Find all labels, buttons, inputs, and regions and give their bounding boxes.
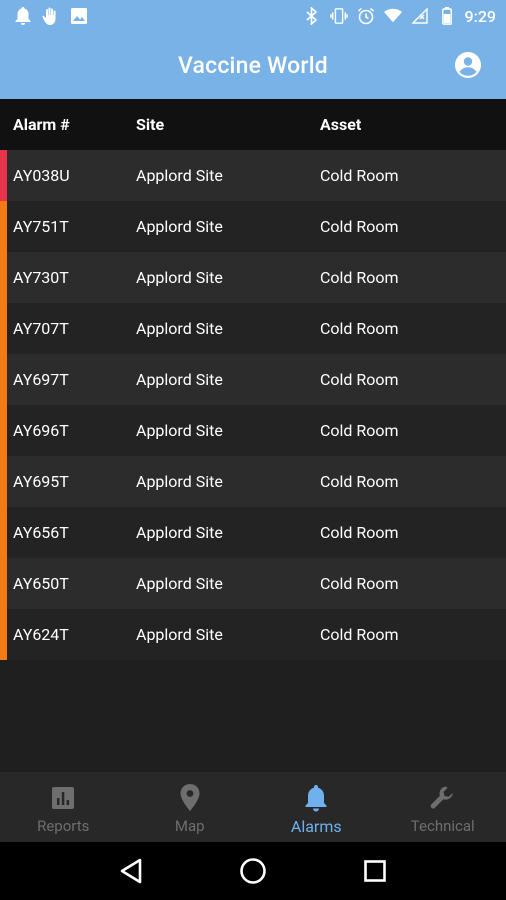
nav-technical[interactable]: Technical bbox=[380, 772, 506, 842]
alarm-number: AY730T bbox=[13, 268, 69, 287]
severity-indicator bbox=[0, 456, 7, 507]
alarm-number: AY697T bbox=[13, 370, 69, 389]
alarm-row[interactable]: AY650T Applord Site Cold Room bbox=[0, 558, 506, 609]
alarm-asset: Cold Room bbox=[320, 574, 399, 593]
wrench-icon bbox=[429, 784, 457, 812]
status-left bbox=[14, 7, 88, 25]
alarm-number: AY751T bbox=[13, 217, 69, 236]
alarm-number: AY650T bbox=[13, 574, 69, 593]
alarm-row[interactable]: AY038U Applord Site Cold Room bbox=[0, 150, 506, 201]
alarm-site: Applord Site bbox=[136, 523, 223, 542]
alarm-number: AY656T bbox=[13, 523, 69, 542]
home-circle-icon[interactable] bbox=[239, 857, 267, 885]
alarm-number: AY038U bbox=[13, 166, 70, 185]
map-pin-icon bbox=[176, 784, 204, 812]
nav-alarms[interactable]: Alarms bbox=[253, 772, 380, 842]
severity-indicator bbox=[0, 405, 7, 456]
alarm-number: AY695T bbox=[13, 472, 69, 491]
alarm-row[interactable]: AY656T Applord Site Cold Room bbox=[0, 507, 506, 558]
bottom-nav: Reports Map Alarms Technical bbox=[0, 772, 506, 842]
back-triangle-icon[interactable] bbox=[117, 857, 145, 885]
status-time: 9:29 bbox=[464, 6, 497, 26]
alarm-asset: Cold Room bbox=[320, 625, 399, 644]
alarm-row[interactable]: AY707T Applord Site Cold Room bbox=[0, 303, 506, 354]
status-right: 9:29 bbox=[303, 6, 497, 26]
battery-icon bbox=[438, 7, 456, 25]
alarm-asset: Cold Room bbox=[320, 319, 399, 338]
alarm-asset: Cold Room bbox=[320, 421, 399, 440]
header-alarm-number[interactable]: Alarm # bbox=[13, 115, 70, 134]
severity-indicator bbox=[0, 609, 7, 660]
alarm-site: Applord Site bbox=[136, 574, 223, 593]
alarm-asset: Cold Room bbox=[320, 166, 399, 185]
recents-square-icon[interactable] bbox=[361, 857, 389, 885]
nav-reports-label: Reports bbox=[37, 817, 90, 835]
alarm-row[interactable]: AY730T Applord Site Cold Room bbox=[0, 252, 506, 303]
reports-chart-icon bbox=[49, 784, 77, 812]
severity-indicator bbox=[0, 150, 7, 201]
alarm-asset: Cold Room bbox=[320, 217, 399, 236]
header-asset[interactable]: Asset bbox=[320, 115, 361, 134]
bell-icon bbox=[302, 784, 330, 812]
severity-indicator bbox=[0, 558, 7, 609]
table-body: AY038U Applord Site Cold Room AY751T Applord… bbox=[0, 150, 506, 660]
alarm-asset: Cold Room bbox=[320, 268, 399, 287]
alarm-table: Alarm # Site Asset AY038U Applord Site Col… bbox=[0, 99, 506, 660]
alarm-row[interactable]: AY624T Applord Site Cold Room bbox=[0, 609, 506, 660]
alarm-asset: Cold Room bbox=[320, 523, 399, 542]
alarm-number: AY696T bbox=[13, 421, 69, 440]
system-nav-bar bbox=[0, 842, 506, 900]
alarm-site: Applord Site bbox=[136, 421, 223, 440]
alarm-row[interactable]: AY696T Applord Site Cold Room bbox=[0, 405, 506, 456]
no-signal-icon bbox=[411, 7, 429, 25]
alarm-row[interactable]: AY695T Applord Site Cold Room bbox=[0, 456, 506, 507]
nav-reports[interactable]: Reports bbox=[0, 772, 127, 842]
alarm-asset: Cold Room bbox=[320, 370, 399, 389]
hand-icon bbox=[42, 7, 60, 25]
wifi-icon bbox=[383, 7, 402, 25]
notification-bell-icon bbox=[14, 7, 32, 25]
severity-indicator bbox=[0, 252, 7, 303]
severity-indicator bbox=[0, 354, 7, 405]
nav-alarms-label: Alarms bbox=[290, 817, 342, 836]
alarm-asset: Cold Room bbox=[320, 472, 399, 491]
nav-map-label: Map bbox=[174, 817, 205, 835]
alarm-site: Applord Site bbox=[136, 268, 223, 287]
alarm-site: Applord Site bbox=[136, 166, 223, 185]
alarm-site: Applord Site bbox=[136, 319, 223, 338]
header-site[interactable]: Site bbox=[136, 115, 164, 134]
alarm-row[interactable]: AY751T Applord Site Cold Room bbox=[0, 201, 506, 252]
app-title: Vaccine World bbox=[178, 52, 328, 79]
alarm-number: AY624T bbox=[13, 625, 69, 644]
bluetooth-icon bbox=[303, 7, 321, 25]
alarm-number: AY707T bbox=[13, 319, 69, 338]
severity-indicator bbox=[0, 507, 7, 558]
alarm-site: Applord Site bbox=[136, 217, 223, 236]
image-icon bbox=[70, 7, 88, 25]
severity-indicator bbox=[0, 303, 7, 354]
severity-indicator bbox=[0, 201, 7, 252]
nav-technical-label: Technical bbox=[410, 817, 475, 835]
alarm-site: Applord Site bbox=[136, 370, 223, 389]
status-bar: 9:29 bbox=[0, 0, 506, 32]
alarm-site: Applord Site bbox=[136, 625, 223, 644]
app-bar: Vaccine World bbox=[0, 32, 506, 99]
table-header: Alarm # Site Asset bbox=[0, 99, 506, 150]
account-circle-icon[interactable] bbox=[454, 51, 482, 79]
vibrate-icon bbox=[329, 7, 348, 25]
nav-map[interactable]: Map bbox=[127, 772, 254, 842]
alarm-clock-icon bbox=[357, 7, 375, 25]
alarm-row[interactable]: AY697T Applord Site Cold Room bbox=[0, 354, 506, 405]
alarm-site: Applord Site bbox=[136, 472, 223, 491]
